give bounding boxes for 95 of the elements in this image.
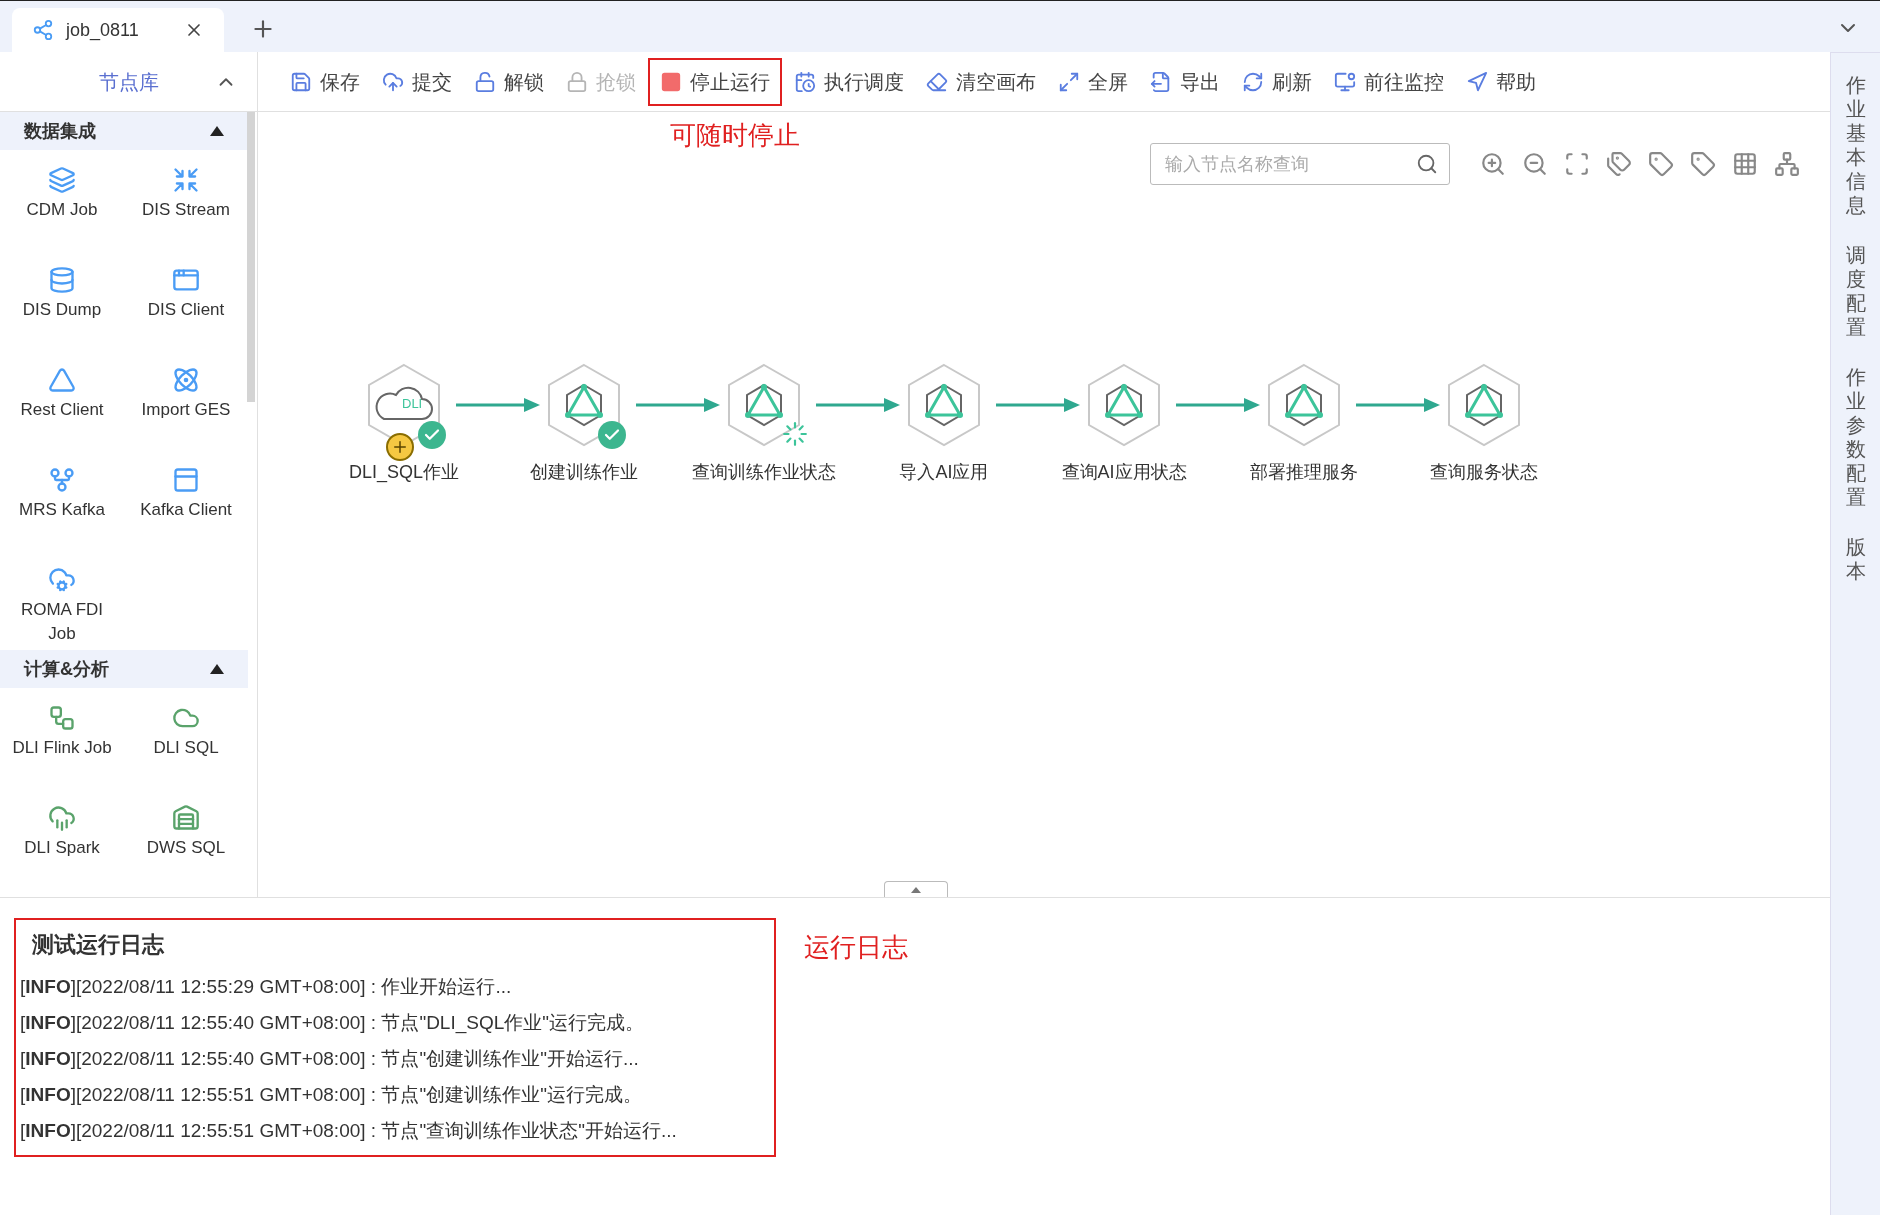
side-tab[interactable]: 调度配置 [1845,243,1866,339]
triangle-up-icon [911,886,921,893]
toolbar-button[interactable]: 帮助 [1456,57,1546,106]
cloud-upload-icon [382,70,404,93]
toolbar-button[interactable]: 全屏 [1048,57,1138,106]
eraser-icon [926,70,948,93]
export-icon [1150,70,1172,93]
log-line: [INFO][2022/08/11 12:55:40 GMT+08:00] : 节点"创建训练作业"开始运行... [19,1047,640,1071]
flow-icon [32,19,54,41]
calendar-clock-icon [794,70,816,93]
toolbar-button[interactable]: 导出 [1140,57,1230,106]
navigation-icon [1466,70,1488,93]
node-label: 部署推理服务 [1250,461,1358,484]
node-label: 导入AI应用 [899,461,989,484]
node-icon-text: DLI [402,397,423,410]
lock-icon [566,70,588,93]
tag-icon[interactable] [1690,151,1716,177]
tag-icon[interactable] [1648,151,1674,177]
triangle-graph-icon [1285,383,1323,427]
triangle-up-icon [210,126,224,136]
triangle-graph-icon [745,383,783,427]
flow-icon [48,704,76,732]
search-icon[interactable] [1416,153,1438,175]
node-library-item[interactable]: DWS SQL [124,788,248,888]
triangle-up-icon [210,664,224,674]
atom-icon [172,366,200,394]
database-icon [48,266,76,294]
toolbar-button[interactable]: 保存 [280,57,370,106]
toolbar-button[interactable]: 执行调度 [784,57,914,106]
node-library-item[interactable]: DIS Stream [124,150,248,250]
triangle-graph-icon [1105,383,1143,427]
toolbar-button[interactable]: 停止运行 [648,57,782,106]
toolbar-button[interactable]: 刷新 [1232,57,1322,106]
triangle-graph-icon [1465,383,1503,427]
cloud-icon [375,386,433,420]
group-header[interactable]: 计算&分析 [0,650,248,688]
group-header[interactable]: 数据集成 [0,112,248,150]
toolbar-button[interactable]: 提交 [372,57,462,106]
annotation-text: 可随时停止 [670,120,800,152]
job-tab[interactable]: job_0811 [12,8,224,52]
node-library-item[interactable]: Import GES [124,350,248,450]
fit-view-icon[interactable] [1564,151,1590,177]
cloud-icon [48,804,76,832]
node-library-item[interactable]: Kafka Client [124,450,248,550]
node-label: 查询AI应用状态 [1061,461,1187,484]
add-badge-icon[interactable] [386,433,414,461]
window-icon [172,466,200,494]
log-title: 测试运行日志 [31,931,165,959]
node-library-item[interactable]: ROMA FDI Job [0,550,124,650]
annotation-text: 运行日志 [804,932,908,964]
node-label: DLI_SQL作业 [349,461,460,485]
node-label: 查询服务状态 [1430,461,1538,484]
hierarchy-icon[interactable] [1774,151,1800,177]
zoom-in-icon[interactable] [1480,151,1506,177]
arrows-icon [172,166,200,194]
side-tab[interactable]: 作业参数配置 [1845,365,1866,509]
log-line: [INFO][2022/08/11 12:55:40 GMT+08:00] : 节点"DLI_SQL作业"运行完成。 [19,1011,646,1036]
refresh-icon [1242,70,1264,93]
cloud-icon [48,566,76,594]
toolbar-button[interactable]: 前往监控 [1324,57,1454,106]
unlock-icon [474,70,496,93]
layers-icon [48,166,76,194]
log-line: [INFO][2022/08/11 12:55:51 GMT+08:00] : 节点"查询训练作业状态"开始运行... [19,1119,678,1143]
node-label: 查询训练作业状态 [692,461,836,484]
triangle-graph-icon [925,383,963,427]
node-label: 创建训练作业 [530,461,638,484]
fullscreen-icon [1058,70,1080,93]
panel-toggle-handle[interactable] [884,881,948,897]
node-library-item[interactable]: Rest Client [0,350,124,450]
grid-icon[interactable] [1732,151,1758,177]
zoom-out-icon[interactable] [1522,151,1548,177]
warehouse-icon [172,804,200,832]
stop-icon [660,70,682,93]
node-library-item[interactable]: DLI Spark [0,788,124,888]
triangle-graph-icon [565,383,603,427]
toolbar-button[interactable]: 解锁 [464,57,554,106]
log-line: [INFO][2022/08/11 12:55:29 GMT+08:00] : 作业开始运行... [19,975,513,999]
scrollbar[interactable] [247,112,255,402]
side-tab[interactable]: 版本 [1845,535,1866,583]
search-field[interactable]: 输入节点名称查询 [1150,143,1450,185]
monitor-icon [1334,70,1356,93]
node-library-item[interactable]: CDM Job [0,150,124,250]
triangle-icon [48,366,76,394]
node-library-item[interactable]: DIS Dump [0,250,124,350]
node-library-item[interactable]: DLI Flink Job [0,688,124,788]
log-line: [INFO][2022/08/11 12:55:51 GMT+08:00] : 节点"创建训练作业"运行完成。 [19,1083,643,1107]
sidebar-title: 节点库 [98,69,159,95]
side-tab[interactable]: 作业基本信息 [1845,73,1866,217]
branch-icon [48,466,76,494]
node-library-item[interactable]: DLI SQL [124,688,248,788]
node-library-item[interactable]: MRS Kafka [0,450,124,550]
save-icon [290,70,312,93]
tags-icon[interactable] [1606,151,1632,177]
toolbar-button[interactable]: 清空画布 [916,57,1046,106]
node-library-item[interactable]: DIS Client [124,250,248,350]
